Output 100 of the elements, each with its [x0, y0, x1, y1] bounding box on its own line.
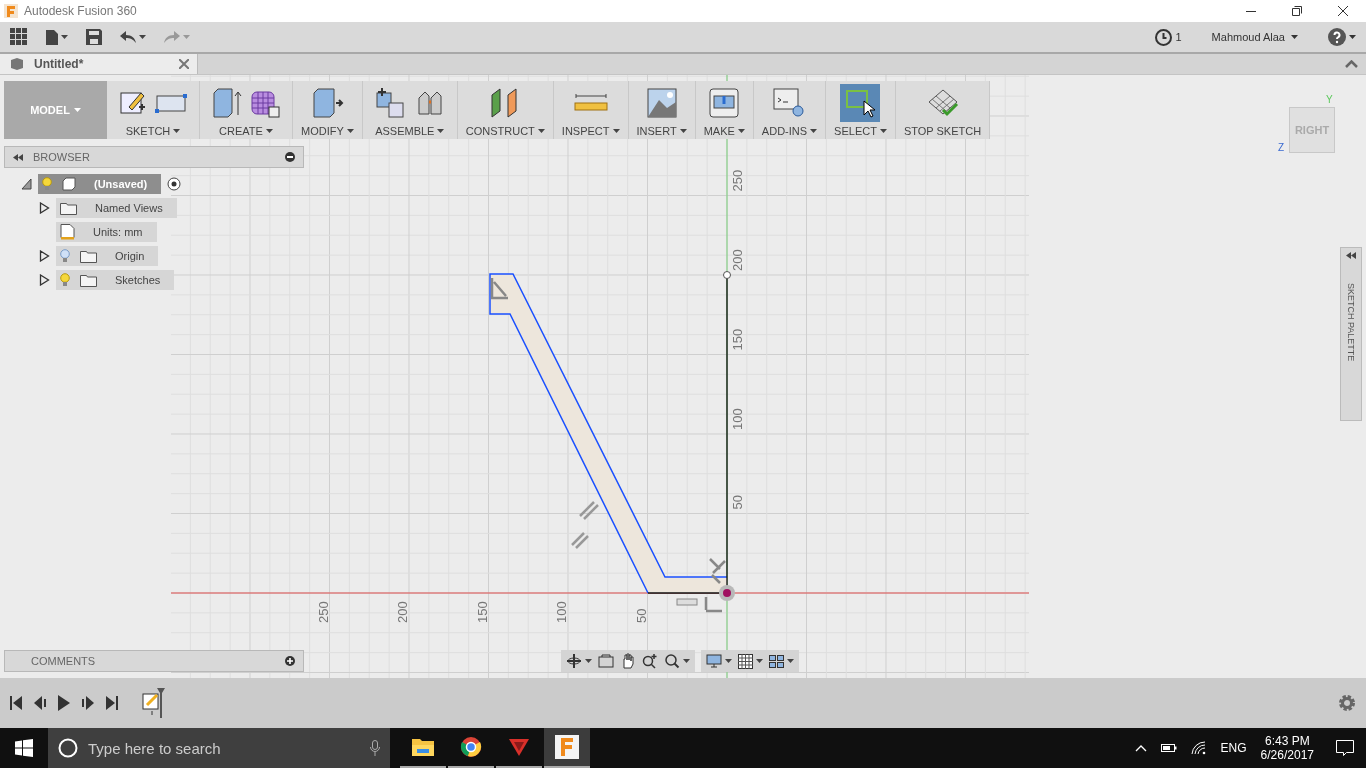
ruler-label: 100	[730, 408, 745, 430]
ruler-label: 50	[633, 608, 649, 623]
sketch-profile[interactable]	[489, 273, 728, 594]
caret-icon	[265, 129, 273, 133]
ruler-label: 200	[395, 601, 410, 623]
caret-icon	[683, 659, 690, 663]
browser-node-label: Named Views	[94, 202, 164, 214]
lightbulb-icon[interactable]	[60, 249, 70, 263]
caret-icon	[183, 35, 190, 39]
minus-icon[interactable]	[285, 152, 295, 162]
search-box[interactable]: Type here to search	[48, 728, 390, 768]
clock[interactable]: 6:43 PM 6/26/2017	[1260, 734, 1314, 762]
add-icon[interactable]	[285, 656, 295, 666]
caret-icon	[173, 129, 181, 133]
toolbar-group[interactable]: CONSTRUCT	[457, 81, 554, 139]
language-indicator[interactable]: ENG	[1220, 741, 1247, 755]
search-field[interactable]: Type here to search	[86, 738, 362, 758]
script-icon	[773, 88, 806, 118]
caret-icon	[1291, 35, 1298, 39]
document-icon	[60, 224, 75, 240]
viewports-icon	[769, 654, 784, 668]
browser-node[interactable]: Units: mm	[56, 222, 157, 242]
component-icon	[62, 177, 76, 191]
browser-node-label: Units: mm	[92, 226, 144, 238]
sketch-point[interactable]	[723, 271, 731, 279]
wifi-icon[interactable]	[1190, 741, 1207, 755]
rectangle-icon	[155, 93, 187, 113]
document-title: Untitled*	[34, 57, 85, 71]
grid-icon	[738, 653, 753, 669]
taskbar-app[interactable]	[544, 728, 590, 768]
timeline-sketch-icon[interactable]	[142, 688, 166, 718]
expand-icon[interactable]	[38, 274, 50, 286]
sketch-palette-tab[interactable]: SKETCH PALETTE	[1340, 247, 1362, 421]
toolbar-group[interactable]: SELECT	[826, 81, 896, 139]
search-icon	[58, 738, 78, 758]
caret-icon	[73, 108, 81, 112]
caret-icon	[810, 129, 818, 133]
browser-icon	[460, 736, 482, 758]
ruler-label: 150	[730, 328, 745, 351]
expand-icon[interactable]	[20, 178, 32, 190]
press-pull-icon	[310, 87, 345, 119]
browser-node-label: (Unsaved)	[93, 178, 149, 190]
panel-title: COMMENTS	[30, 655, 97, 667]
notification-icon[interactable]	[1336, 740, 1354, 756]
caret-icon	[756, 659, 763, 663]
close-icon	[1338, 6, 1348, 16]
radio-target-icon[interactable]	[167, 177, 182, 191]
stop-sketch-button[interactable]: STOP SKETCH	[895, 81, 991, 139]
minimize-icon	[1246, 10, 1256, 12]
mesh-cube-icon	[250, 88, 280, 118]
collapse-panel-icon[interactable]	[13, 153, 23, 161]
toolbar-group[interactable]: ASSEMBLE	[362, 81, 458, 139]
ruler-label: 100	[554, 601, 569, 623]
toolbar-group[interactable]: INSPECT	[553, 81, 629, 139]
toolbar-group[interactable]: MODIFY	[293, 81, 363, 139]
help-button[interactable]	[1328, 25, 1356, 49]
toolbar-group[interactable]: SKETCH	[107, 81, 200, 139]
toolbar-group[interactable]: INSERT	[628, 81, 696, 139]
triangle-logo-icon	[508, 737, 530, 757]
chevron-up-icon[interactable]	[1134, 744, 1147, 752]
browser-node[interactable]: Origin	[56, 246, 159, 266]
sketch-grid-check-icon	[926, 88, 959, 118]
ruler-label: 200	[730, 249, 745, 271]
sketch-icon	[119, 89, 147, 117]
document-tab[interactable]: Untitled*	[0, 54, 198, 74]
battery-icon[interactable]	[1160, 743, 1177, 753]
caret-icon	[612, 129, 620, 133]
caret-icon	[787, 659, 794, 663]
user-menu[interactable]: Mahmoud Alaa	[1211, 31, 1298, 43]
toolbar-group[interactable]: CREATE	[200, 81, 293, 139]
origin-point[interactable]	[719, 585, 735, 601]
restore-icon	[1292, 6, 1302, 16]
selection-cursor-icon	[844, 87, 877, 119]
expand-icon[interactable]	[38, 202, 50, 214]
redo-icon	[164, 31, 180, 43]
ruler-label: 50	[730, 495, 745, 510]
caret-icon	[437, 129, 445, 133]
toolbar-group[interactable]: MAKE	[695, 81, 754, 139]
browser-node[interactable]: Named Views	[56, 198, 177, 218]
job-status-button[interactable]: 1	[1155, 25, 1182, 49]
browser-node-label: Sketches	[114, 274, 162, 286]
expand-icon[interactable]	[38, 250, 50, 262]
caret-icon	[537, 129, 545, 133]
microphone-icon[interactable]	[370, 740, 380, 756]
caret-icon	[61, 35, 68, 39]
ruler-label: 250	[730, 169, 745, 192]
orbit-icon	[566, 653, 582, 669]
app-logo-icon	[4, 4, 18, 18]
toolbar-group[interactable]: ADD-INS	[753, 81, 827, 139]
caret-icon	[346, 129, 354, 133]
axis-label: Z	[1278, 142, 1285, 153]
caret-icon	[737, 129, 745, 133]
folder-icon	[411, 737, 435, 757]
browser-node[interactable]: Sketches	[56, 270, 175, 290]
component-icon	[10, 57, 24, 71]
ruler-label: 250	[315, 601, 331, 623]
extrude-icon	[212, 87, 242, 119]
caret-icon	[1349, 35, 1356, 39]
parallel-constraint-icon	[570, 500, 600, 550]
expand-panel-icon[interactable]	[1346, 252, 1356, 259]
